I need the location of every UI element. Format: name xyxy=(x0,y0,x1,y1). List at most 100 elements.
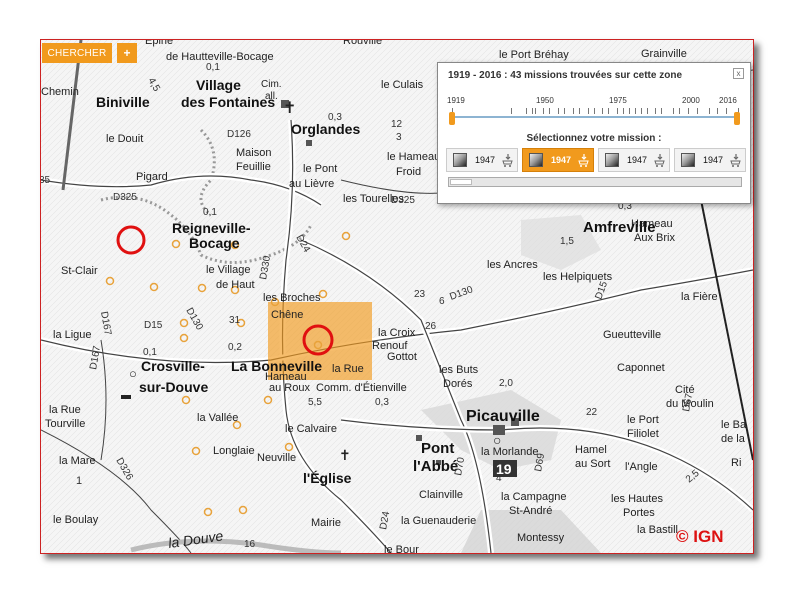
mission-item[interactable]: 1947 xyxy=(446,148,518,172)
mission-item[interactable]: 1947 xyxy=(674,148,746,172)
svg-text:sur-Douve: sur-Douve xyxy=(139,379,208,395)
svg-text:les Hautes: les Hautes xyxy=(611,493,663,505)
timeline-year-label: 2000 xyxy=(682,96,700,105)
timeline-tick xyxy=(510,108,512,114)
svg-text:3: 3 xyxy=(396,132,402,143)
svg-text:0,3: 0,3 xyxy=(375,397,389,408)
timeline-tick xyxy=(617,108,619,114)
place-reigneville-bocage: Reigneville- xyxy=(172,220,251,236)
mission-panel: 1919 - 2016 : 43 missions trouvées sur c… xyxy=(437,62,751,204)
svg-text:0,1: 0,1 xyxy=(206,62,220,73)
place-orglandes: Orglandes xyxy=(291,121,360,137)
svg-text:2,0: 2,0 xyxy=(499,378,513,389)
svg-text:le Port: le Port xyxy=(627,414,659,426)
svg-text:la Croix: la Croix xyxy=(378,327,416,339)
timeline-tick xyxy=(687,108,689,114)
svg-text:de la: de la xyxy=(721,433,746,445)
svg-text:D325: D325 xyxy=(391,195,415,206)
svg-text:au Sort: au Sort xyxy=(575,458,610,470)
svg-text:0,1: 0,1 xyxy=(203,207,217,218)
svg-text:St-André: St-André xyxy=(509,505,552,517)
svg-text:Aux Brix: Aux Brix xyxy=(634,232,675,244)
download-cart-icon[interactable] xyxy=(730,153,742,167)
svg-text:Dorés: Dorés xyxy=(443,378,473,390)
timeline-year-label: 1919 xyxy=(447,96,465,105)
place-eglise: l'Église xyxy=(303,470,352,486)
svg-text:le Hameau: le Hameau xyxy=(387,151,440,163)
svg-text:✝: ✝ xyxy=(283,100,296,117)
mission-year: 1947 xyxy=(627,155,648,165)
mission-item[interactable]: 1947 xyxy=(598,148,670,172)
add-button[interactable]: + xyxy=(117,43,137,63)
timeline-year-label: 2016 xyxy=(719,96,737,105)
svg-text:Caponnet: Caponnet xyxy=(617,362,665,374)
timeline-tick xyxy=(628,108,630,114)
place-village-des-fontaines: des Fontaines xyxy=(181,94,275,110)
timeline-tick xyxy=(578,108,580,114)
timeline-tick xyxy=(572,108,574,114)
svg-text:Épine: Épine xyxy=(145,40,173,47)
svg-text:Cim.: Cim. xyxy=(261,79,282,90)
timeline-start-handle[interactable] xyxy=(449,112,455,125)
svg-text:Gueutteville: Gueutteville xyxy=(603,329,661,341)
timeline-tick xyxy=(549,108,551,114)
svg-text:la Bastill: la Bastill xyxy=(637,524,678,536)
close-icon[interactable]: x xyxy=(733,68,744,79)
svg-text:Froid: Froid xyxy=(396,166,421,178)
svg-text:5,5: 5,5 xyxy=(308,397,322,408)
svg-text:le Village: le Village xyxy=(206,264,250,276)
svg-text:D15: D15 xyxy=(144,320,163,331)
timeline-tick xyxy=(673,108,675,114)
timeline-tick xyxy=(708,108,710,114)
timeline-tick xyxy=(696,108,698,114)
timeline-tick xyxy=(608,108,610,114)
svg-text:Portes: Portes xyxy=(623,507,655,519)
svg-text:Hameau: Hameau xyxy=(631,218,673,230)
svg-text:22: 22 xyxy=(586,407,598,418)
svg-text:35: 35 xyxy=(41,175,51,186)
svg-text:Hamel: Hamel xyxy=(575,444,607,456)
timeline-year-label: 1975 xyxy=(609,96,627,105)
mission-scrollbar[interactable] xyxy=(448,177,742,187)
timeline-tick xyxy=(634,108,636,114)
svg-text:St-Clair: St-Clair xyxy=(61,265,98,277)
search-button[interactable]: CHERCHER xyxy=(42,43,112,63)
download-cart-icon[interactable] xyxy=(654,153,666,167)
svg-text:D325: D325 xyxy=(113,192,137,203)
svg-text:la Rue: la Rue xyxy=(332,363,364,375)
timeline-year-label: 1950 xyxy=(536,96,554,105)
place-crosville-sur-douve: Crosville- xyxy=(141,358,205,374)
svg-text:Gottot: Gottot xyxy=(387,351,417,363)
panel-title: 1919 - 2016 : 43 missions trouvées sur c… xyxy=(448,70,682,81)
mission-thumbnail-icon xyxy=(681,153,695,167)
svg-text:le Calvaire: le Calvaire xyxy=(285,423,337,435)
download-cart-icon[interactable] xyxy=(578,153,590,167)
timeline-tick xyxy=(655,108,657,114)
scrollbar-thumb[interactable] xyxy=(450,179,472,185)
svg-text:1: 1 xyxy=(76,475,82,487)
svg-text:○: ○ xyxy=(129,366,137,381)
mission-year: 1947 xyxy=(551,155,572,165)
mission-item-selected[interactable]: 1947 xyxy=(522,148,594,172)
svg-text:au Roux: au Roux xyxy=(269,382,310,394)
timeline-end-handle[interactable] xyxy=(734,112,740,125)
timeline-tick xyxy=(558,108,560,114)
timeline-tick xyxy=(661,108,663,114)
svg-text:✝: ✝ xyxy=(339,447,351,463)
svg-text:le Port Bréhay: le Port Bréhay xyxy=(499,49,569,61)
svg-text:16: 16 xyxy=(244,539,256,550)
svg-text:la Morlande: la Morlande xyxy=(481,446,538,458)
timeline-tick xyxy=(534,108,536,114)
svg-text:Clainville: Clainville xyxy=(419,489,463,501)
svg-text:Pigard: Pigard xyxy=(136,171,168,183)
svg-text:Comm. d'Étienville: Comm. d'Étienville xyxy=(316,381,407,394)
timeline-track[interactable] xyxy=(452,116,738,118)
timeline-tick xyxy=(593,108,595,114)
svg-text:31: 31 xyxy=(229,315,241,326)
download-cart-icon[interactable] xyxy=(502,153,514,167)
timeline-tick xyxy=(646,108,648,114)
svg-text:Filiolet: Filiolet xyxy=(627,428,659,440)
svg-text:le Boulay: le Boulay xyxy=(53,514,99,526)
svg-text:l'Angle: l'Angle xyxy=(625,461,658,473)
svg-text:la Vallée: la Vallée xyxy=(197,412,238,424)
